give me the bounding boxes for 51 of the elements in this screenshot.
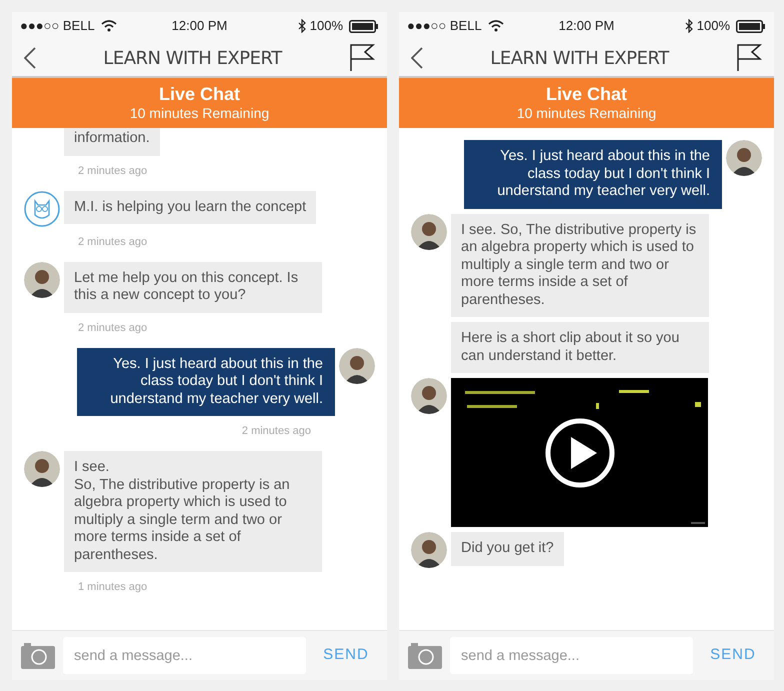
timestamp: 2 minutes ago	[77, 164, 148, 178]
avatar	[411, 532, 447, 568]
battery-icon	[349, 20, 379, 32]
banner-title: Live Chat	[546, 84, 628, 104]
avatar	[411, 378, 447, 414]
wifi-icon	[100, 20, 117, 32]
message-input[interactable]: send a message...	[63, 637, 306, 674]
flag-icon[interactable]	[736, 44, 762, 72]
avatar	[726, 140, 762, 176]
received-message: information.	[64, 128, 160, 156]
screen-title: LEARN WITH EXPERT	[490, 46, 669, 70]
received-message: I see. So, The distributive property is an algebra property which is used to multiply a single term and two or more terms inside a set of parentheses.	[64, 451, 322, 572]
carrier-label: ●●●○○ BELL	[407, 17, 482, 36]
timestamp: 2 minutes ago	[240, 424, 312, 438]
camera-icon[interactable]	[21, 642, 55, 668]
avatar	[24, 451, 60, 487]
back-icon[interactable]	[411, 47, 423, 69]
received-message: Here is a short clip about it so you can understand it better.	[451, 322, 709, 373]
screen-title: LEARN WITH EXPERT	[103, 46, 282, 70]
banner-subtitle: 10 minutes Remaining	[130, 104, 270, 122]
carrier-label: ●●●○○ BELL	[20, 17, 95, 36]
bluetooth-icon	[684, 19, 693, 33]
bluetooth-icon	[298, 19, 306, 33]
avatar	[24, 262, 60, 298]
banner-subtitle: 10 minutes Remaining	[516, 104, 656, 122]
wifi-icon	[488, 20, 504, 32]
battery-percent: 100%	[696, 17, 730, 36]
received-message: Did you get it?	[451, 532, 564, 566]
sent-message: Yes. I just heard about this in the class today but I don't think I understand my teacher very well.	[77, 348, 335, 416]
timestamp: 2 minutes ago	[77, 320, 148, 334]
clock-label: 12:00 PM	[172, 17, 228, 36]
owl-avatar-icon	[24, 190, 60, 226]
avatar	[339, 348, 375, 384]
play-icon[interactable]	[545, 418, 615, 488]
received-message: I see. So, The distributive property is an algebra property which is used to multiply a single term and two or more terms inside a set of parentheses.	[451, 214, 709, 317]
message-input[interactable]: send a message...	[450, 637, 693, 674]
camera-icon[interactable]	[408, 642, 442, 668]
send-button[interactable]: SEND	[701, 644, 765, 667]
received-message: M.I. is helping you learn the concept	[64, 190, 316, 224]
received-message: Let me help you on this concept. Is this a new concept to you?	[64, 262, 322, 312]
clock-label: 12:00 PM	[558, 17, 614, 36]
timestamp: 1 minutes ago	[77, 580, 148, 594]
battery-percent: 100%	[310, 17, 343, 36]
flag-icon[interactable]	[349, 44, 375, 72]
send-button[interactable]: SEND	[314, 644, 378, 667]
battery-icon	[736, 20, 766, 32]
back-icon[interactable]	[24, 47, 36, 69]
avatar	[411, 214, 447, 250]
banner-title: Live Chat	[158, 84, 240, 104]
sent-message: Yes. I just heard about this in the class today but I don't think I understand my teacher very well.	[464, 140, 722, 208]
timestamp: 2 minutes ago	[77, 234, 148, 248]
